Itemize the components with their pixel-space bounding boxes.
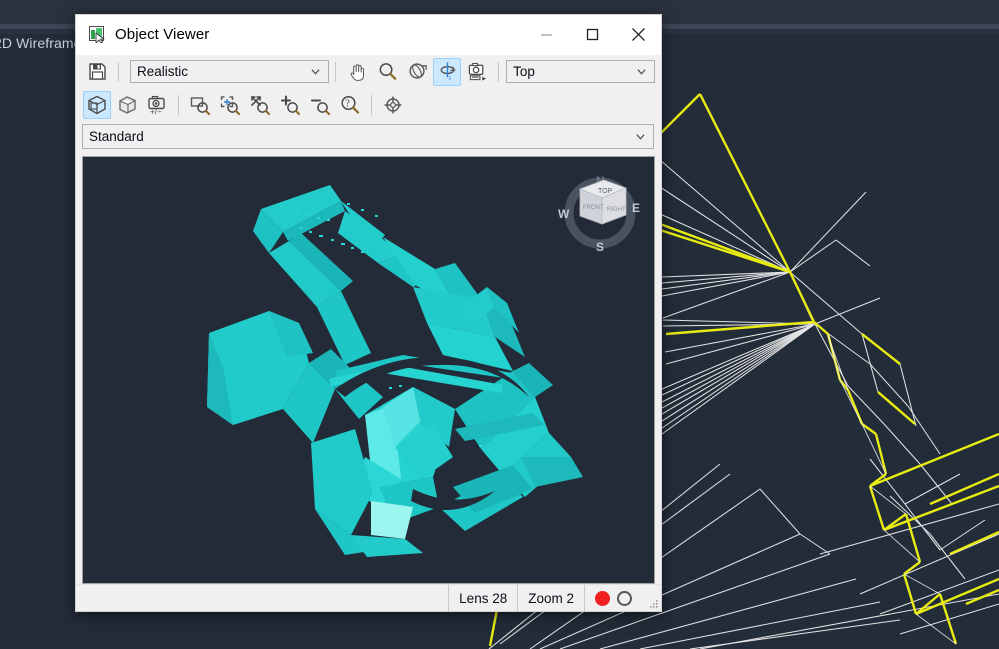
zoom-window-icon[interactable] (186, 91, 214, 119)
compass-west-label: W (558, 207, 570, 221)
view-combo[interactable]: Top (506, 60, 655, 83)
save-icon[interactable] (83, 58, 111, 86)
svg-text:TOP: TOP (598, 188, 613, 195)
zoom-icon[interactable] (373, 58, 401, 86)
chevron-down-icon (636, 132, 645, 141)
secondary-toolbar[interactable]: +/− (76, 88, 661, 122)
close-button[interactable] (615, 15, 661, 53)
zoom-scale-icon[interactable] (246, 91, 274, 119)
zoom-extents-icon[interactable] (216, 91, 244, 119)
zoom-out-icon[interactable] (306, 91, 334, 119)
screen: 2D Wireframe Object Viewer (0, 0, 999, 649)
lens-status: Lens 28 (448, 585, 517, 611)
primary-toolbar[interactable]: Realistic (76, 55, 661, 88)
status-bar: Lens 28 Zoom 2 (76, 584, 661, 611)
toolbar-separator (371, 95, 372, 115)
status-indicators (584, 585, 642, 611)
svg-text:+/−: +/− (150, 108, 162, 117)
zoom-status: Zoom 2 (517, 585, 584, 611)
preset-row[interactable]: Standard (76, 122, 661, 152)
wireframe-box-icon[interactable] (83, 91, 111, 119)
view-value: Top (507, 64, 535, 79)
minimize-button[interactable] (523, 15, 569, 53)
visual-style-value: Realistic (131, 64, 188, 79)
visual-style-status-label: 2D Wireframe (0, 35, 82, 51)
view-cube[interactable]: W E S N TOP FRONT RIGHT (552, 171, 648, 257)
resize-grip[interactable] (642, 585, 661, 611)
record-indicator[interactable] (595, 591, 610, 606)
camera-adjust-icon[interactable]: +/− (143, 91, 171, 119)
model-viewport[interactable]: W E S N TOP FRONT RIGHT (82, 156, 655, 584)
compass-east-label: E (632, 201, 640, 215)
status-spacer (76, 585, 448, 611)
object-viewer-icon (89, 26, 106, 43)
snapshot-icon[interactable] (463, 58, 491, 86)
toolbar-separator (498, 62, 499, 82)
zoom-previous-icon[interactable]: ? (336, 91, 364, 119)
chevron-down-icon (311, 67, 320, 76)
maximize-button[interactable] (569, 15, 615, 53)
toolbar-separator (118, 62, 119, 82)
preset-combo[interactable]: Standard (82, 124, 654, 149)
svg-text:RIGHT: RIGHT (607, 207, 626, 213)
window-titlebar[interactable]: Object Viewer (76, 15, 661, 55)
pan-icon[interactable] (343, 58, 371, 86)
zoom-in-icon[interactable] (276, 91, 304, 119)
toolbar-separator (178, 95, 179, 115)
target-crosshair-icon[interactable] (379, 91, 407, 119)
constrained-orbit-icon[interactable]: z (433, 58, 461, 86)
window-title: Object Viewer (115, 26, 209, 43)
object-viewer-window[interactable]: Object Viewer (75, 14, 662, 612)
stop-indicator[interactable] (617, 591, 632, 606)
window-controls (523, 15, 661, 53)
shaded-box-icon[interactable] (113, 91, 141, 119)
orbit-icon[interactable] (403, 58, 431, 86)
svg-text:?: ? (345, 98, 350, 109)
compass-south-label: S (596, 240, 604, 254)
visual-style-combo[interactable]: Realistic (130, 60, 329, 83)
toolbar-separator (335, 62, 336, 82)
viewport-container: W E S N TOP FRONT RIGHT (76, 152, 661, 584)
cube-body: TOP FRONT RIGHT (580, 180, 626, 224)
svg-text:z: z (448, 76, 451, 82)
preset-value: Standard (83, 129, 144, 144)
chevron-down-icon (637, 67, 646, 76)
svg-text:FRONT: FRONT (583, 205, 604, 211)
